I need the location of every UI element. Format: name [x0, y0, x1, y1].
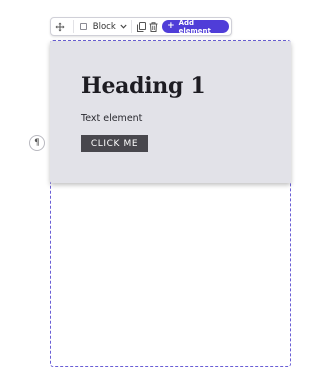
block-type-selector[interactable]: Block — [74, 18, 131, 35]
hero-text[interactable]: Text element — [81, 113, 142, 124]
chevron-down-icon — [120, 24, 127, 29]
editor-canvas: Block + Add element Heading 1 Text eleme… — [0, 0, 330, 383]
plus-icon: + — [167, 21, 175, 31]
move-handle[interactable] — [55, 18, 66, 35]
copy-icon — [136, 21, 146, 32]
block-square-icon — [79, 23, 87, 30]
move-icon — [55, 22, 65, 31]
add-element-button[interactable]: + Add element — [162, 18, 229, 35]
add-element-label: Add element — [178, 18, 211, 35]
toolbar-divider — [130, 20, 132, 33]
duplicate-button[interactable] — [135, 18, 148, 35]
pilcrow-icon: ¶ — [34, 138, 40, 148]
hero-section[interactable]: Heading 1 Text element CLICK ME — [50, 41, 291, 183]
delete-button[interactable] — [147, 18, 160, 35]
block-type-label: Block — [92, 21, 116, 32]
block-toolbar: Block + Add element — [50, 17, 232, 36]
click-me-button[interactable]: CLICK ME — [81, 135, 148, 152]
hero-heading[interactable]: Heading 1 — [81, 73, 206, 99]
trash-icon — [149, 21, 158, 32]
paragraph-handle[interactable]: ¶ — [29, 135, 45, 151]
